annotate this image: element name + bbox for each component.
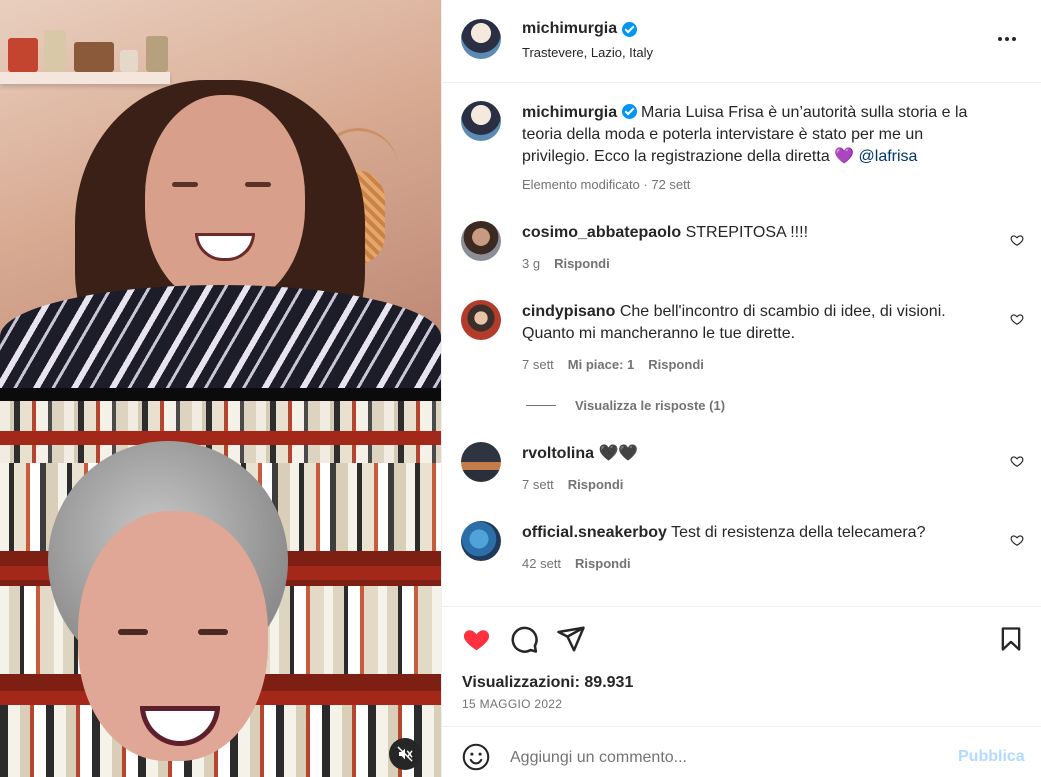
comment-username[interactable]: official.sneakerboy [522,524,667,541]
post-location[interactable]: Trastevere, Lazio, Italy [522,45,653,60]
verified-badge-icon [622,21,638,37]
actions-divider [442,606,1041,607]
comment-item: cosimo_abbatepaolo STREPITOSA !!!! [522,222,977,244]
reply-button[interactable]: Rispondi [568,477,624,492]
person-eye [198,629,228,635]
reply-button[interactable]: Rispondi [554,256,610,271]
comment-meta: 7 sett Rispondi [522,477,623,492]
reply-button[interactable]: Rispondi [648,357,704,372]
comment-time[interactable]: 42 sett [522,556,561,571]
verified-badge-icon [621,104,637,119]
caption-avatar[interactable] [461,101,501,141]
emoji-icon[interactable] [462,743,490,771]
comment-text: Test di resistenza della telecamera? [671,524,926,541]
owner-avatar[interactable] [461,19,501,59]
heart-icon[interactable] [461,624,492,654]
post-caption: michimurgia Maria Luisa Frisa è un’autor… [522,102,977,168]
more-options-icon [1012,37,1016,41]
comment-meta: 3 g Rispondi [522,256,610,271]
share-icon[interactable] [556,624,586,654]
post-details-panel: michimurgia Trastevere, Lazio, Italy mic… [441,0,1041,777]
comment-like-heart-icon[interactable] [1010,312,1024,326]
person-eye [118,629,148,635]
comment-like-heart-icon[interactable] [1010,233,1024,247]
comment-meta: 7 sett Mi piace: 1 Rispondi [522,357,704,372]
views-count[interactable]: Visualizzazioni: 89.931 [462,674,633,692]
comment-item: official.sneakerboy Test di resistenza d… [522,522,977,544]
comment-like-heart-icon[interactable] [1010,454,1024,468]
more-options-icon [1005,37,1009,41]
comment-input[interactable] [510,745,940,771]
post-header-username[interactable]: michimurgia [522,20,638,38]
publish-button[interactable]: Pubblica [958,748,1025,766]
person-eye [245,182,271,187]
split-divider [0,388,441,401]
shelf-decor [0,20,175,75]
comment-avatar[interactable] [461,521,501,561]
mute-icon [397,746,413,762]
comment-text: 🖤🖤 [598,445,639,462]
comment-text: STREPITOSA !!!! [685,224,809,241]
comment-avatar[interactable] [461,300,501,340]
person-eye [172,182,198,187]
comment-time[interactable]: 7 sett [522,477,554,492]
composer-divider [442,726,1041,727]
comment-meta: 42 sett Rispondi [522,556,631,571]
shelf-board [0,431,441,445]
comment-username[interactable]: cindypisano [522,303,615,320]
comment-item: rvoltolina 🖤🖤 [522,443,977,465]
comment-avatar[interactable] [461,221,501,261]
caption-username[interactable]: michimurgia [522,104,617,121]
caption-mention-link[interactable]: @lafrisa [859,148,918,165]
view-replies-button[interactable]: Visualizza le risposte (1) [575,398,725,413]
comment-icon[interactable] [509,624,539,654]
caption-meta: Elemento modificato · 72 sett [522,177,691,192]
post-date[interactable]: 15 MAGGIO 2022 [462,697,562,711]
replies-line [526,405,556,406]
comment-item: cindypisano Che bell'incontro di scambio… [522,301,977,345]
reply-button[interactable]: Rispondi [575,556,631,571]
more-options-button[interactable] [992,27,1022,51]
comment-avatar[interactable] [461,442,501,482]
video-player[interactable] [0,0,441,777]
header-divider [442,82,1041,83]
person-face [145,95,305,305]
wall-shelf [0,72,170,84]
comment-time[interactable]: 3 g [522,256,540,271]
more-options-icon [998,37,1002,41]
comment-username[interactable]: cosimo_abbatepaolo [522,224,681,241]
comment-username[interactable]: rvoltolina [522,445,594,462]
username-text[interactable]: michimurgia [522,20,617,38]
video-panel-bottom [0,401,441,777]
save-icon[interactable] [997,624,1025,654]
comment-like-heart-icon[interactable] [1010,533,1024,547]
comment-time[interactable]: 7 sett [522,357,554,372]
mute-button[interactable] [389,738,421,770]
person-shirt [0,285,441,388]
comment-likes-count[interactable]: Mi piace: 1 [568,357,634,372]
video-panel-top [0,0,441,388]
